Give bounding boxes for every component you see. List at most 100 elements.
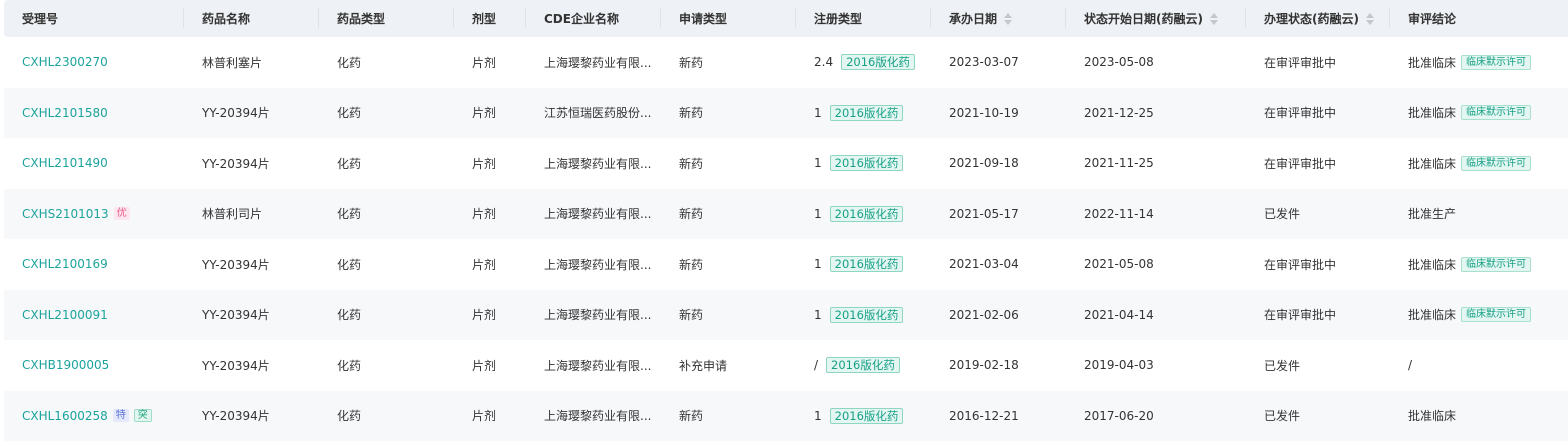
conclusion-text: 批准生产 [1408, 205, 1456, 222]
table-row: CXHB1900005 YY-20394片 化药 片剂 上海璎黎药业有限... … [4, 340, 1568, 391]
table-row: CXHL1600258 特 突 YY-20394片 化药 片剂 上海璎黎药业有限… [4, 391, 1568, 441]
cell-dosage-form: 片剂 [454, 138, 526, 189]
reg-class: 1 [814, 308, 822, 322]
cell-dosage-form: 片剂 [454, 239, 526, 290]
cell-conclusion: 批准生产 [1390, 189, 1564, 240]
cell-receipt-no: CXHL2101580 [4, 88, 184, 139]
cell-status-date: 2021-05-08 [1066, 239, 1246, 290]
receipt-no-link[interactable]: CXHL2101580 [22, 106, 108, 120]
sort-icon[interactable] [1366, 13, 1374, 25]
cell-undertake-date: 2019-02-18 [931, 340, 1066, 391]
conclusion-text: 批准临床 [1408, 407, 1456, 424]
special-badge: 特 [113, 409, 129, 422]
receipt-no-link[interactable]: CXHS2101013 [22, 207, 109, 221]
col-header-status-date[interactable]: 状态开始日期(药融云) [1066, 0, 1246, 37]
table-header: 受理号 药品名称 药品类型 剂型 CDE企业名称 申请类型 注册类型 承办日期 … [4, 0, 1568, 37]
conclusion-text: 批准临床 [1408, 54, 1456, 71]
col-header-undertake-date[interactable]: 承办日期 [931, 0, 1066, 37]
cell-company: 上海璎黎药业有限... [526, 340, 661, 391]
reg-class: 1 [814, 409, 822, 423]
col-label: 剂型 [472, 10, 496, 27]
cell-conclusion: 批准临床 临床默示许可 [1390, 290, 1564, 341]
col-header-apply-type: 申请类型 [661, 0, 796, 37]
registration-table: 受理号 药品名称 药品类型 剂型 CDE企业名称 申请类型 注册类型 承办日期 … [0, 0, 1568, 441]
implied-permission-tag: 临床默示许可 [1461, 105, 1531, 120]
col-header-status[interactable]: 办理状态(药融云) [1246, 0, 1390, 37]
reg-class: 1 [814, 106, 822, 120]
conclusion-text: 批准临床 [1408, 155, 1456, 172]
col-label: 承办日期 [949, 10, 997, 27]
cell-drug-name: YY-20394片 [184, 290, 319, 341]
col-header-company: CDE企业名称 [526, 0, 661, 37]
cell-apply-type: 新药 [661, 239, 796, 290]
receipt-no-link[interactable]: CXHL1600258 [22, 409, 108, 423]
cell-reg-type: 1 2016版化药 [796, 88, 931, 139]
cell-status-date: 2021-11-25 [1066, 138, 1246, 189]
cell-undertake-date: 2021-03-04 [931, 239, 1066, 290]
cell-company: 上海璎黎药业有限... [526, 189, 661, 240]
cell-status: 已发件 [1246, 189, 1390, 240]
priority-badge: 优 [114, 207, 130, 220]
table-row: CXHL2101490 YY-20394片 化药 片剂 上海璎黎药业有限... … [4, 138, 1568, 189]
implied-permission-tag: 临床默示许可 [1461, 156, 1531, 171]
cell-receipt-no: CXHL2100091 [4, 290, 184, 341]
cell-apply-type: 新药 [661, 138, 796, 189]
cell-status: 在审评审批中 [1246, 290, 1390, 341]
sort-icon[interactable] [1004, 13, 1012, 25]
cell-receipt-no: CXHL2100169 [4, 239, 184, 290]
cell-status: 在审评审批中 [1246, 88, 1390, 139]
reg-version-tag: 2016版化药 [830, 256, 904, 272]
cell-reg-type: 1 2016版化药 [796, 189, 931, 240]
reg-class: / [814, 358, 818, 372]
cell-drug-type: 化药 [319, 37, 454, 88]
cell-drug-type: 化药 [319, 340, 454, 391]
cell-drug-type: 化药 [319, 88, 454, 139]
cell-status-date: 2019-04-03 [1066, 340, 1246, 391]
cell-apply-type: 新药 [661, 37, 796, 88]
reg-version-tag: 2016版化药 [830, 105, 904, 121]
implied-permission-tag: 临床默示许可 [1461, 257, 1531, 272]
cell-conclusion: / [1390, 340, 1564, 391]
col-header-reg-type: 注册类型 [796, 0, 931, 37]
reg-class: 1 [814, 257, 822, 271]
cell-undertake-date: 2023-03-07 [931, 37, 1066, 88]
receipt-no-link[interactable]: CXHB1900005 [22, 358, 109, 372]
col-label: 审评结论 [1408, 10, 1456, 27]
cell-drug-name: YY-20394片 [184, 340, 319, 391]
cell-undertake-date: 2021-10-19 [931, 88, 1066, 139]
cell-receipt-no: CXHL2300270 [4, 37, 184, 88]
cell-dosage-form: 片剂 [454, 290, 526, 341]
receipt-no-link[interactable]: CXHL2101490 [22, 156, 108, 170]
cell-status: 已发件 [1246, 391, 1390, 441]
cell-reg-type: 1 2016版化药 [796, 138, 931, 189]
col-header-dosage-form: 剂型 [454, 0, 526, 37]
cell-status-date: 2021-04-14 [1066, 290, 1246, 341]
cell-dosage-form: 片剂 [454, 340, 526, 391]
col-header-drug-type: 药品类型 [319, 0, 454, 37]
cell-dosage-form: 片剂 [454, 189, 526, 240]
sort-icon[interactable] [1210, 13, 1218, 25]
reg-class: 1 [814, 207, 822, 221]
cell-receipt-no: CXHS2101013 优 [4, 189, 184, 240]
col-header-receipt-no: 受理号 [4, 0, 184, 37]
cell-drug-name: 林普利塞片 [184, 37, 319, 88]
receipt-no-link[interactable]: CXHL2100091 [22, 308, 108, 322]
cell-reg-type: 1 2016版化药 [796, 239, 931, 290]
cell-undertake-date: 2016-12-21 [931, 391, 1066, 441]
cell-drug-type: 化药 [319, 189, 454, 240]
col-label: CDE企业名称 [544, 10, 619, 27]
cell-conclusion: 批准临床 临床默示许可 [1390, 239, 1564, 290]
cell-undertake-date: 2021-09-18 [931, 138, 1066, 189]
table-body: CXHL2300270 林普利塞片 化药 片剂 上海璎黎药业有限... 新药 2… [4, 37, 1568, 441]
cell-status: 在审评审批中 [1246, 37, 1390, 88]
cell-apply-type: 新药 [661, 88, 796, 139]
table-row: CXHS2101013 优 林普利司片 化药 片剂 上海璎黎药业有限... 新药… [4, 189, 1568, 240]
cell-company: 上海璎黎药业有限... [526, 239, 661, 290]
implied-permission-tag: 临床默示许可 [1461, 307, 1531, 322]
col-label: 注册类型 [814, 10, 862, 27]
receipt-no-link[interactable]: CXHL2100169 [22, 257, 108, 271]
cell-status: 在审评审批中 [1246, 138, 1390, 189]
cell-receipt-no: CXHB1900005 [4, 340, 184, 391]
receipt-no-link[interactable]: CXHL2300270 [22, 55, 108, 69]
table-row: CXHL2101580 YY-20394片 化药 片剂 江苏恒瑞医药股份... … [4, 88, 1568, 139]
